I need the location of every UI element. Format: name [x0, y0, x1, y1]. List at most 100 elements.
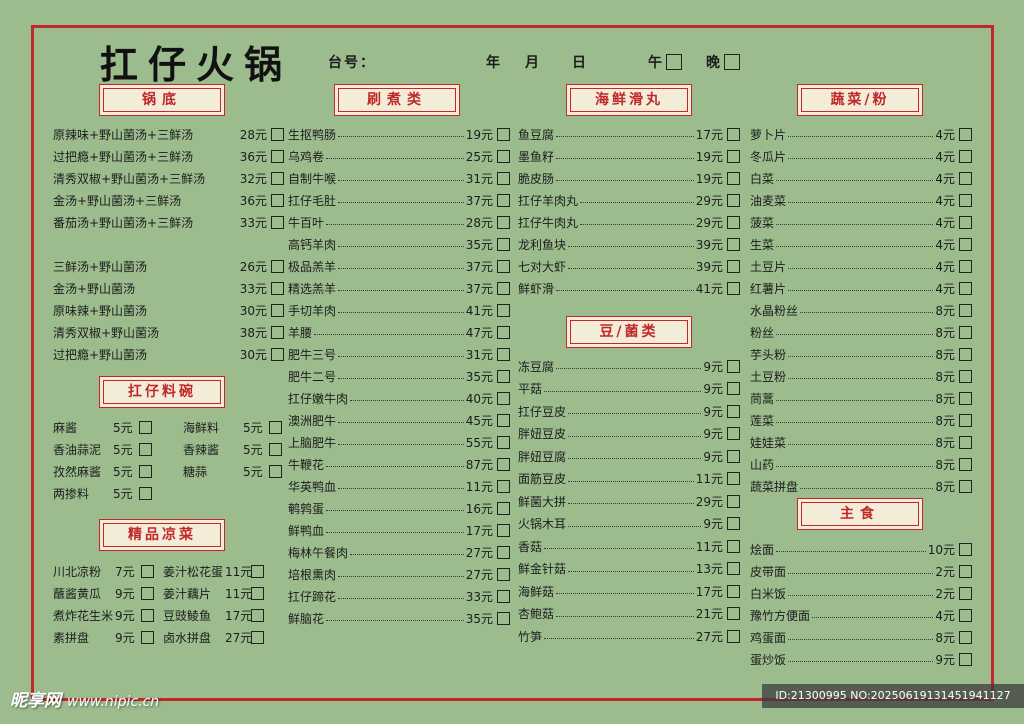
- order-checkbox[interactable]: [497, 369, 510, 383]
- order-checkbox[interactable]: [959, 303, 972, 317]
- order-checkbox[interactable]: [959, 281, 972, 295]
- order-checkbox[interactable]: [727, 472, 740, 485]
- order-checkbox[interactable]: [959, 347, 972, 361]
- order-checkbox[interactable]: [497, 457, 510, 471]
- order-checkbox[interactable]: [727, 171, 740, 185]
- order-checkbox[interactable]: [497, 171, 510, 185]
- order-checkbox[interactable]: [727, 584, 740, 598]
- order-checkbox[interactable]: [497, 237, 510, 251]
- order-checkbox[interactable]: [141, 586, 154, 600]
- order-checkbox[interactable]: [727, 149, 740, 163]
- order-checkbox[interactable]: [727, 629, 740, 643]
- order-checkbox[interactable]: [727, 427, 740, 440]
- order-checkbox[interactable]: [959, 608, 972, 622]
- order-checkbox[interactable]: [141, 630, 154, 644]
- order-checkbox[interactable]: [959, 193, 972, 207]
- order-checkbox[interactable]: [959, 564, 972, 578]
- order-checkbox[interactable]: [251, 564, 264, 578]
- order-checkbox[interactable]: [727, 449, 740, 463]
- order-checkbox[interactable]: [959, 435, 972, 449]
- order-checkbox[interactable]: [497, 325, 510, 339]
- order-checkbox[interactable]: [497, 391, 510, 405]
- menu-item-row: 川北凉粉 7元: [53, 562, 154, 580]
- order-checkbox[interactable]: [959, 652, 972, 666]
- order-checkbox[interactable]: [497, 127, 510, 141]
- order-checkbox[interactable]: [497, 435, 510, 449]
- order-checkbox[interactable]: [497, 545, 510, 559]
- order-checkbox[interactable]: [727, 215, 740, 229]
- order-checkbox[interactable]: [271, 281, 284, 295]
- order-checkbox[interactable]: [271, 215, 284, 229]
- order-checkbox[interactable]: [497, 479, 510, 493]
- order-checkbox[interactable]: [139, 464, 152, 478]
- order-checkbox[interactable]: [139, 486, 152, 500]
- order-checkbox[interactable]: [497, 149, 510, 163]
- order-checkbox[interactable]: [727, 607, 740, 620]
- order-checkbox[interactable]: [497, 303, 510, 317]
- order-checkbox[interactable]: [959, 127, 972, 141]
- order-checkbox[interactable]: [269, 420, 282, 434]
- noon-checkbox[interactable]: [666, 54, 682, 70]
- order-checkbox[interactable]: [271, 149, 284, 163]
- order-checkbox[interactable]: [727, 517, 740, 530]
- order-checkbox[interactable]: [497, 567, 510, 581]
- order-checkbox[interactable]: [497, 523, 510, 537]
- order-checkbox[interactable]: [141, 564, 154, 578]
- order-checkbox[interactable]: [959, 149, 972, 163]
- order-checkbox[interactable]: [271, 303, 284, 317]
- order-checkbox[interactable]: [959, 171, 972, 185]
- order-checkbox[interactable]: [251, 586, 264, 600]
- order-checkbox[interactable]: [497, 589, 510, 603]
- order-checkbox[interactable]: [727, 382, 740, 395]
- order-checkbox[interactable]: [269, 442, 282, 456]
- order-checkbox[interactable]: [139, 420, 152, 434]
- order-checkbox[interactable]: [727, 494, 740, 508]
- evening-checkbox[interactable]: [724, 54, 740, 70]
- order-checkbox[interactable]: [727, 127, 740, 141]
- evening-option[interactable]: 晚: [706, 52, 740, 72]
- order-checkbox[interactable]: [727, 539, 740, 553]
- order-checkbox[interactable]: [959, 586, 972, 600]
- order-checkbox[interactable]: [271, 259, 284, 273]
- order-checkbox[interactable]: [959, 215, 972, 229]
- order-checkbox[interactable]: [497, 501, 510, 515]
- order-checkbox[interactable]: [271, 127, 284, 141]
- order-checkbox[interactable]: [497, 193, 510, 207]
- order-checkbox[interactable]: [271, 193, 284, 207]
- order-checkbox[interactable]: [271, 171, 284, 185]
- dot-leader: [556, 281, 694, 291]
- order-checkbox[interactable]: [727, 562, 740, 575]
- order-checkbox[interactable]: [251, 608, 264, 622]
- order-checkbox[interactable]: [141, 608, 154, 622]
- order-checkbox[interactable]: [497, 347, 510, 361]
- order-checkbox[interactable]: [497, 215, 510, 229]
- order-checkbox[interactable]: [251, 630, 264, 644]
- menu-item-price: 4元: [935, 281, 955, 296]
- order-checkbox[interactable]: [959, 542, 972, 556]
- order-checkbox[interactable]: [139, 442, 152, 456]
- order-checkbox[interactable]: [959, 369, 972, 383]
- order-checkbox[interactable]: [959, 413, 972, 427]
- order-checkbox[interactable]: [269, 464, 282, 478]
- order-checkbox[interactable]: [727, 193, 740, 207]
- order-checkbox[interactable]: [271, 347, 284, 361]
- menu-item-name: 川北凉粉: [53, 564, 102, 579]
- order-checkbox[interactable]: [497, 611, 510, 625]
- order-checkbox[interactable]: [959, 325, 972, 339]
- order-checkbox[interactable]: [959, 391, 972, 405]
- noon-option[interactable]: 午: [648, 52, 682, 72]
- order-checkbox[interactable]: [959, 630, 972, 644]
- order-checkbox[interactable]: [959, 479, 972, 493]
- order-checkbox[interactable]: [727, 237, 740, 251]
- order-checkbox[interactable]: [497, 413, 510, 427]
- order-checkbox[interactable]: [497, 281, 510, 295]
- order-checkbox[interactable]: [727, 359, 740, 373]
- order-checkbox[interactable]: [727, 259, 740, 273]
- order-checkbox[interactable]: [959, 259, 972, 273]
- order-checkbox[interactable]: [497, 259, 510, 273]
- order-checkbox[interactable]: [727, 281, 740, 295]
- order-checkbox[interactable]: [271, 325, 284, 339]
- order-checkbox[interactable]: [959, 237, 972, 251]
- order-checkbox[interactable]: [959, 457, 972, 471]
- order-checkbox[interactable]: [727, 404, 740, 418]
